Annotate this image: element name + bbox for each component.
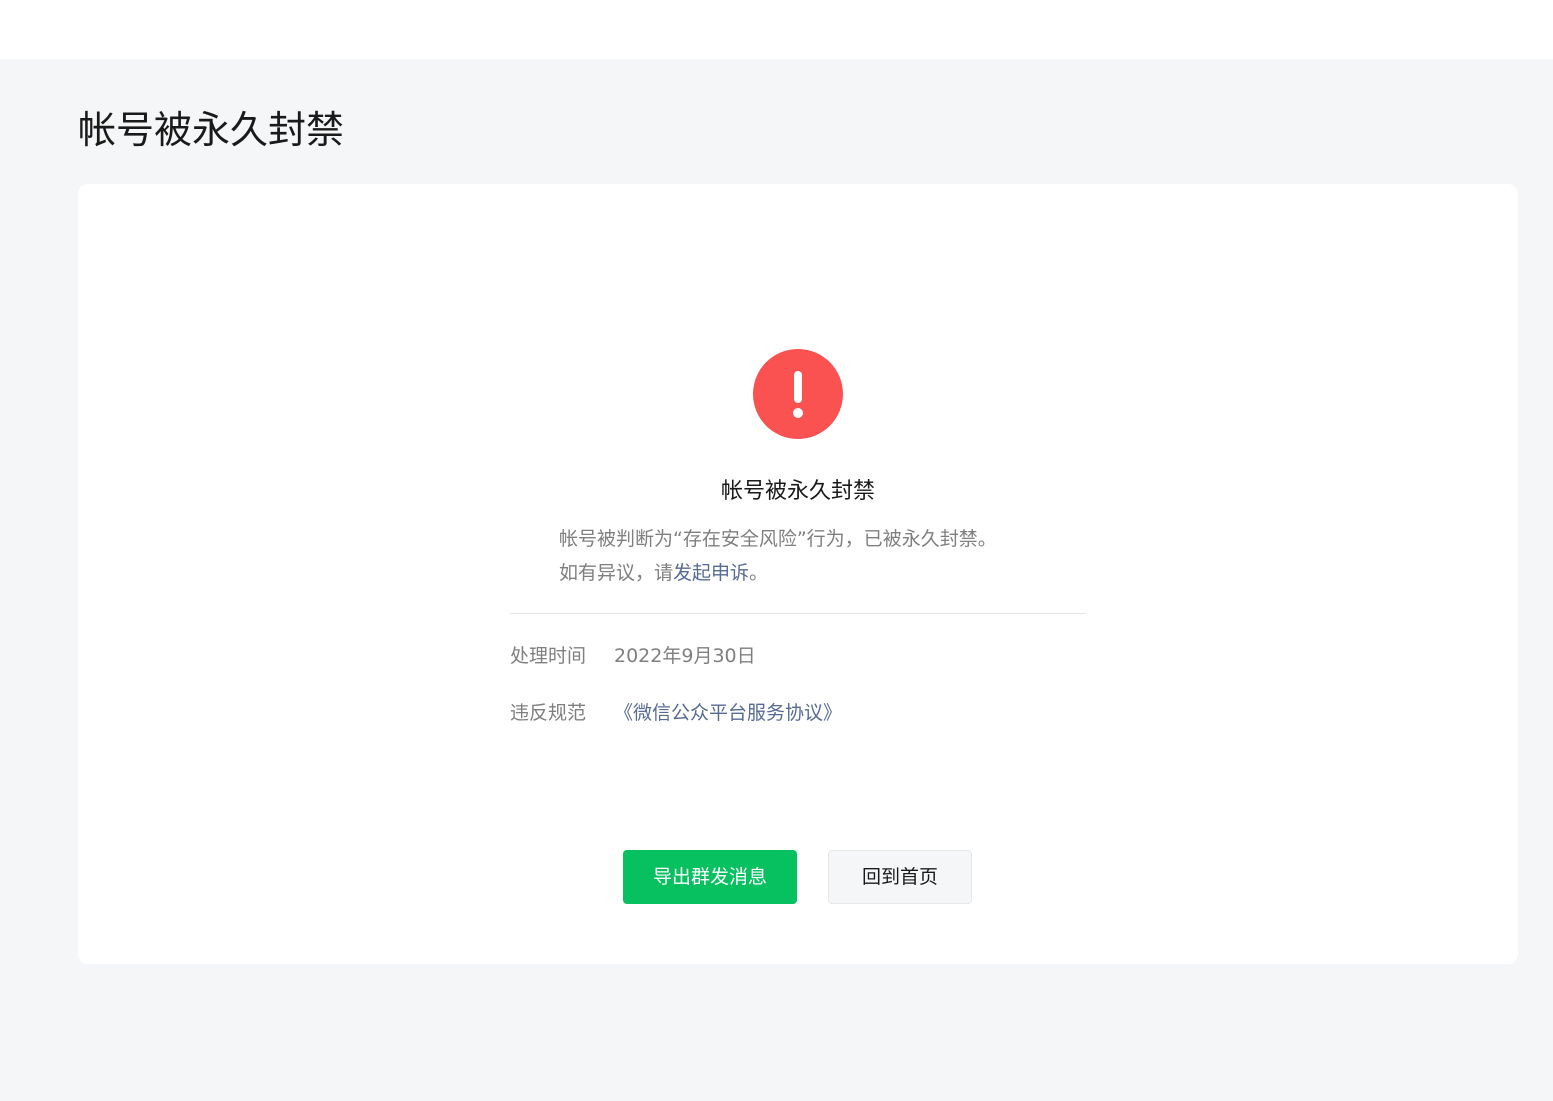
info-row-rule: 违反规范 《微信公众平台服务协议》 — [510, 698, 842, 728]
description-prefix: 如有异议，请 — [559, 562, 674, 584]
appeal-link[interactable]: 发起申诉 — [673, 562, 749, 584]
result-title: 帐号被永久封禁 — [720, 479, 875, 504]
rule-link[interactable]: 《微信公众平台服务协议》 — [614, 702, 842, 724]
result-description: 帐号被判断为“存在安全风险”行为，已被永久封禁。 如有异议，请发起申诉。 — [559, 522, 1079, 590]
rule-label: 违反规范 — [510, 702, 587, 724]
description-suffix: 。 — [749, 562, 769, 584]
export-messages-button[interactable]: 导出群发消息 — [623, 850, 797, 904]
info-row-time: 处理时间 2022年9月30日 — [510, 641, 756, 671]
back-home-button[interactable]: 回到首页 — [828, 850, 972, 904]
description-line-1: 帐号被判断为“存在安全风险”行为，已被永久封禁。 — [559, 528, 997, 550]
warning-icon — [753, 349, 843, 439]
page-title: 帐号被永久封禁 — [78, 108, 345, 152]
description-line-2: 如有异议，请发起申诉。 — [559, 556, 1079, 590]
time-label: 处理时间 — [510, 645, 587, 667]
divider — [510, 613, 1086, 614]
result-card: 帐号被永久封禁 帐号被判断为“存在安全风险”行为，已被永久封禁。 如有异议，请发… — [78, 184, 1518, 964]
top-bar — [0, 0, 1553, 59]
time-value: 2022年9月30日 — [614, 645, 756, 667]
